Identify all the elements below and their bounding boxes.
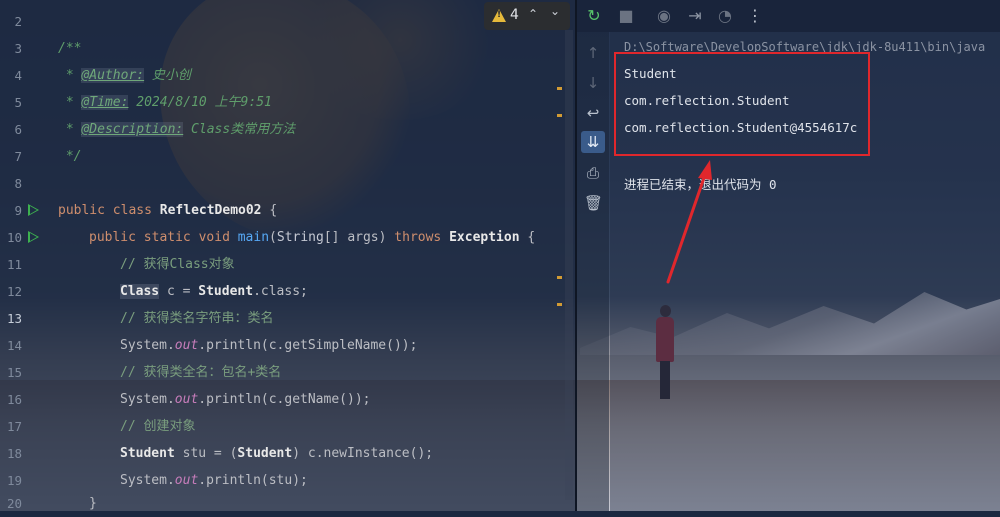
annotation-arrow — [666, 160, 712, 284]
